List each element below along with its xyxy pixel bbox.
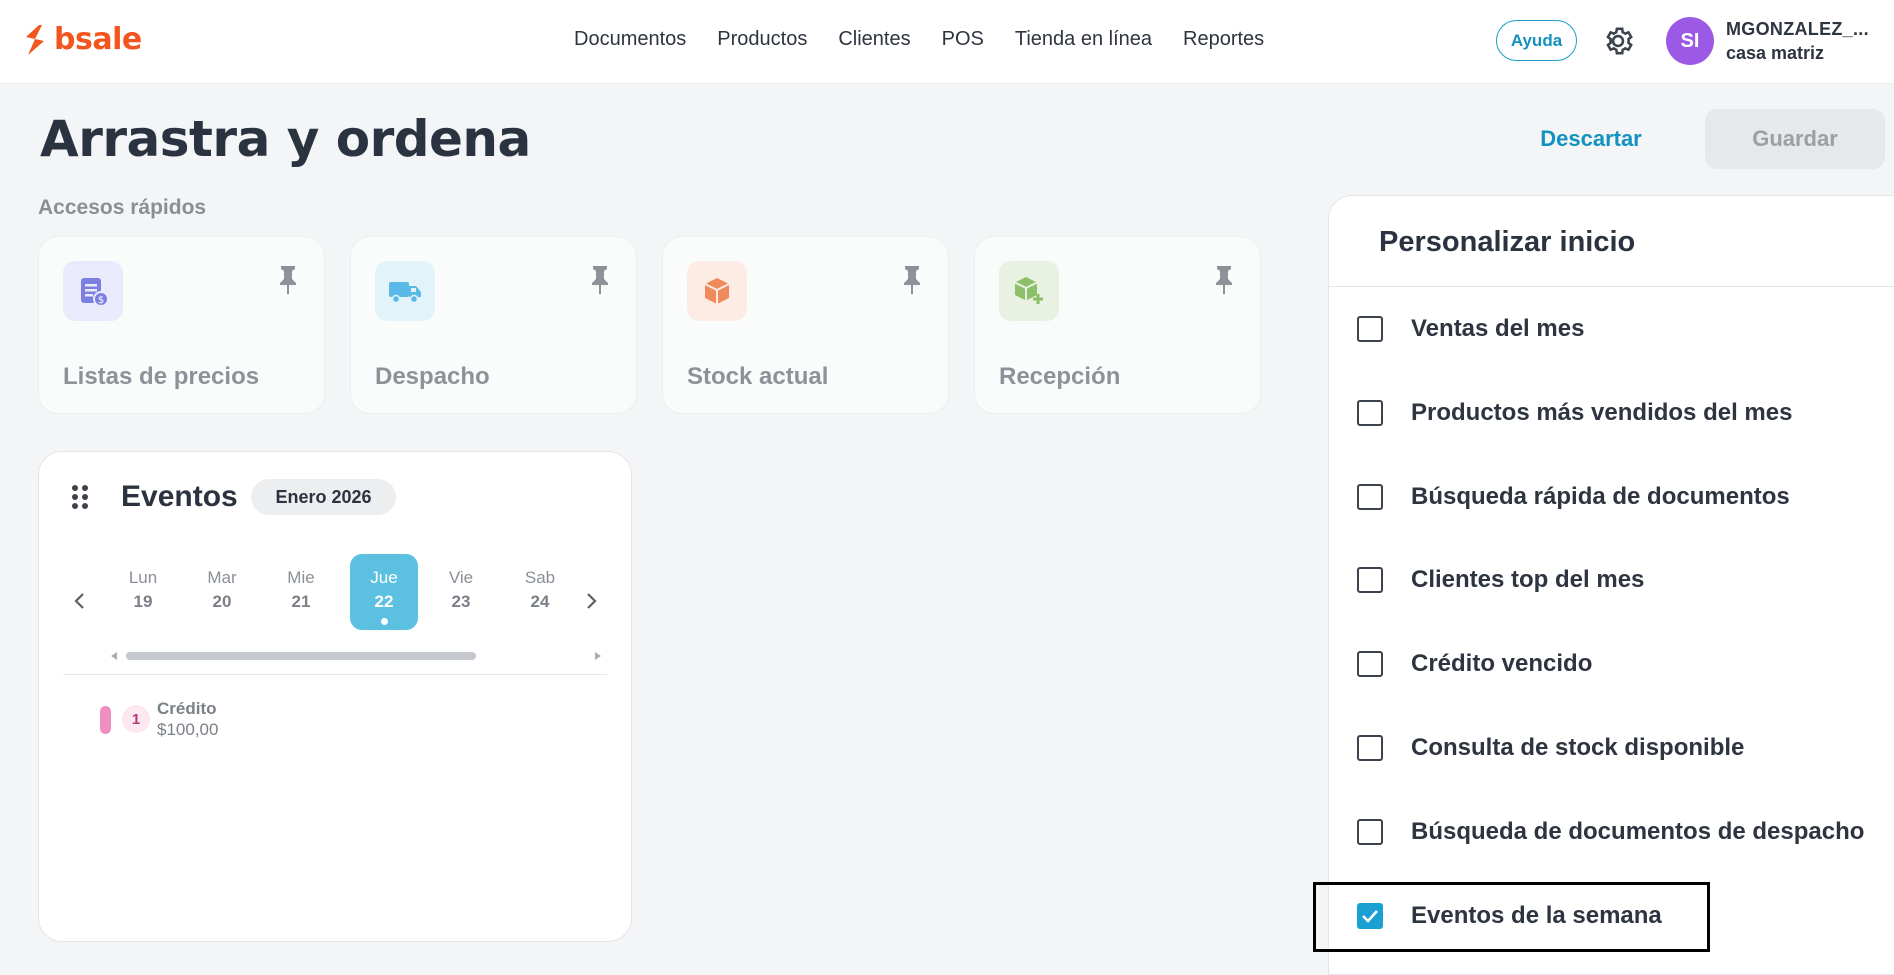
nav-clientes[interactable]: Clientes [838, 28, 910, 51]
page-title: Arrastra y ordena [40, 110, 531, 168]
option-consulta-stock[interactable]: Consulta de stock disponible [1357, 728, 1744, 768]
day-saturday[interactable]: Sab 24 [506, 554, 574, 630]
quick-access-label-price-lists: Listas de precios [63, 363, 260, 390]
logo[interactable]: bsale [22, 22, 142, 57]
price-list-icon: $ [63, 261, 123, 321]
bsale-logo-icon [26, 24, 44, 55]
month-badge: Enero 2026 [251, 479, 396, 515]
checkbox-unchecked[interactable] [1357, 316, 1383, 342]
checkbox-unchecked[interactable] [1357, 819, 1383, 845]
day-thursday-selected[interactable]: Jue 22 [350, 554, 418, 630]
pin-icon[interactable] [276, 263, 300, 295]
avatar[interactable]: SI [1666, 17, 1714, 65]
events-widget: Eventos Enero 2026 Lun 19 Mar 20 Mie 21 … [38, 451, 632, 942]
pin-icon[interactable] [588, 263, 612, 295]
option-clientes-top[interactable]: Clientes top del mes [1357, 560, 1644, 600]
events-title: Eventos [121, 480, 238, 513]
scroll-right-arrow[interactable] [595, 652, 601, 660]
brand-name: bsale [54, 22, 142, 57]
nav-documentos[interactable]: Documentos [574, 28, 686, 51]
panel-title: Personalizar inicio [1379, 226, 1636, 258]
divider [63, 674, 607, 675]
scrollbar-thumb[interactable] [126, 652, 476, 660]
day-tuesday[interactable]: Mar 20 [188, 554, 256, 630]
option-credito-vencido[interactable]: Crédito vencido [1357, 644, 1592, 684]
quick-access-card-despacho[interactable]: Despacho [350, 236, 637, 414]
event-color-marker [100, 706, 111, 734]
branch-name: casa matriz [1726, 43, 1825, 63]
pin-icon[interactable] [900, 263, 924, 295]
checkbox-unchecked[interactable] [1357, 735, 1383, 761]
save-button[interactable]: Guardar [1705, 109, 1885, 169]
quick-access-card-recepcion[interactable]: Recepción [974, 236, 1261, 414]
event-amount: $100,00 [157, 720, 219, 739]
box-icon [687, 261, 747, 321]
divider [1329, 286, 1894, 287]
drag-handle-icon[interactable] [71, 484, 89, 510]
day-wednesday[interactable]: Mie 21 [267, 554, 335, 630]
chevron-left-icon[interactable] [69, 590, 91, 612]
day-friday[interactable]: Vie 23 [427, 554, 495, 630]
event-name[interactable]: Crédito [157, 699, 217, 719]
pin-icon[interactable] [1212, 263, 1236, 295]
checkbox-unchecked[interactable] [1357, 567, 1383, 593]
quick-access-label-recepcion: Recepción [999, 363, 1121, 390]
user-name[interactable]: MGONZALEZ_... [1726, 19, 1869, 40]
chevron-right-icon[interactable] [580, 590, 602, 612]
main-nav: Documentos Productos Clientes POS Tienda… [574, 28, 1295, 51]
scroll-left-arrow[interactable] [111, 652, 117, 660]
option-productos-mas-vendidos[interactable]: Productos más vendidos del mes [1357, 393, 1792, 433]
quick-access-label-stock: Stock actual [687, 363, 829, 390]
day-monday[interactable]: Lun 19 [109, 554, 177, 630]
option-ventas-del-mes[interactable]: Ventas del mes [1357, 309, 1584, 349]
days-scrollbar[interactable] [111, 649, 601, 663]
nav-reportes[interactable]: Reportes [1183, 28, 1264, 51]
quick-access-label: Accesos rápidos [38, 196, 207, 219]
checkbox-unchecked[interactable] [1357, 484, 1383, 510]
checkbox-unchecked[interactable] [1357, 400, 1383, 426]
event-count-badge: 1 [122, 705, 150, 733]
nav-productos[interactable]: Productos [717, 28, 807, 51]
box-add-icon [999, 261, 1059, 321]
help-button[interactable]: Ayuda [1496, 20, 1577, 61]
quick-access-card-stock[interactable]: Stock actual [662, 236, 949, 414]
discard-button[interactable]: Descartar [1520, 118, 1662, 160]
nav-pos[interactable]: POS [942, 28, 984, 51]
top-navbar: bsale Documentos Productos Clientes POS … [0, 0, 1894, 84]
truck-icon [375, 261, 435, 321]
event-indicator-dot [380, 618, 388, 625]
option-busqueda-despacho[interactable]: Búsqueda de documentos de despacho [1357, 812, 1864, 852]
checkbox-unchecked[interactable] [1357, 651, 1383, 677]
svg-text:$: $ [98, 295, 104, 306]
nav-tienda-en-linea[interactable]: Tienda en línea [1015, 28, 1152, 51]
option-busqueda-rapida-documentos[interactable]: Búsqueda rápida de documentos [1357, 477, 1790, 517]
selection-highlight-box [1313, 882, 1710, 952]
personalize-panel: Personalizar inicio Ventas del mes Produ… [1328, 195, 1894, 975]
gear-icon[interactable] [1601, 24, 1635, 58]
quick-access-label-despacho: Despacho [375, 363, 490, 390]
quick-access-card-price-lists[interactable]: $ Listas de precios [38, 236, 325, 414]
